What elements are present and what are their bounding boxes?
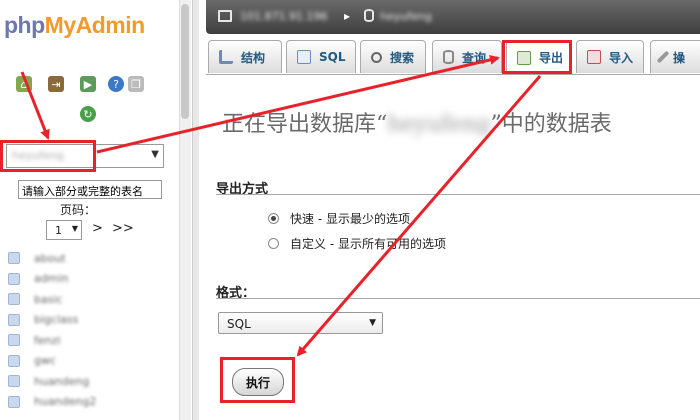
query-icon [443,50,454,64]
format-select-value: SQL [227,317,251,331]
breadcrumb: 101.871.91.196 ▸ heyufeng [206,0,700,34]
highlight-export-tab [502,40,572,74]
table-list-item[interactable]: huandeng [8,371,168,392]
tab-search[interactable]: 搜索 [360,40,426,73]
table-filter-input[interactable]: 请输入部分或完整的表名 [18,180,162,199]
page-title-database: heyufeng [387,112,491,137]
server-icon [218,10,232,22]
navigation-scrollbar[interactable] [179,0,191,420]
chevron-down-icon: ▼ [369,318,376,328]
page-label: 页码： [60,203,97,217]
tab-structure[interactable]: 结构 [208,40,282,73]
breadcrumb-database[interactable]: heyufeng [380,10,432,23]
table-icon [8,354,20,367]
sql-icon [297,50,311,64]
table-list-item[interactable]: about [8,248,168,269]
copy-icon[interactable]: ❐ [128,76,144,92]
phpmyadmin-logo[interactable]: phpMyAdmin [4,12,145,39]
divider [216,194,700,195]
table-icon [8,252,20,265]
operations-icon [656,50,670,64]
table-list-item[interactable]: gwc [8,351,168,372]
radio-quick[interactable] [268,213,279,224]
radio-custom[interactable] [268,238,279,249]
help-icon[interactable]: ? [108,76,124,92]
highlight-database-select [0,140,96,172]
page-select-value: 1 [55,224,62,237]
quick-export-option[interactable]: 快速 - 显示最少的选项 [268,210,410,227]
table-list-item[interactable]: admin [8,269,168,290]
table-list-item[interactable]: bigclass [8,310,168,331]
home-icon[interactable]: ⌂ [16,76,32,92]
import-icon [587,50,601,64]
page-title: 正在导出数据库“heyufeng”中的数据表 [222,112,612,137]
reload-icon[interactable]: ↻ [80,106,96,122]
divider [216,298,700,299]
tab-import[interactable]: 导入 [576,40,644,73]
table-list-item[interactable]: fenzi [8,330,168,351]
database-icon [364,9,374,22]
search-icon [371,51,382,63]
panel-divider[interactable] [192,0,199,420]
query-window-icon[interactable]: ▶ [80,76,96,92]
last-page-link[interactable]: >> [112,221,134,236]
highlight-go-button [220,357,295,403]
tab-sql[interactable]: SQL [286,40,356,73]
chevron-down-icon: ▼ [71,224,78,233]
page-select[interactable]: 1 ▼ [46,220,82,240]
breadcrumb-separator: ▸ [344,9,351,23]
scrollbar-thumb[interactable] [181,4,189,119]
table-icon [8,293,20,306]
tab-query[interactable]: 查询 [432,40,502,73]
next-page-link[interactable]: > [92,221,103,236]
table-icon [8,375,20,388]
table-icon [8,334,20,347]
chevron-down-icon: ▼ [151,149,159,160]
table-list: about admin basic bigclass fenzi gwc hua… [8,248,168,412]
table-list-item[interactable]: basic [8,289,168,310]
logout-icon[interactable]: ⇥ [48,76,64,92]
table-icon [8,395,20,408]
structure-icon [219,50,233,64]
tab-bar: 结构 SQL 搜索 查询 导出 导入 操 [206,38,700,75]
table-list-item[interactable]: huandeng2 [8,392,168,413]
navigation-panel: phpMyAdmin ⌂ ⇥ ▶ ? ❐ ↻ heyufeng ▼ 请输入部分或… [0,0,178,420]
breadcrumb-server[interactable]: 101.871.91.196 [240,10,327,23]
table-icon [8,272,20,285]
table-icon [8,313,20,326]
tab-operations[interactable]: 操 [650,40,700,73]
custom-export-option[interactable]: 自定义 - 显示所有可用的选项 [268,235,446,252]
format-select[interactable]: SQL ▼ [218,312,383,334]
